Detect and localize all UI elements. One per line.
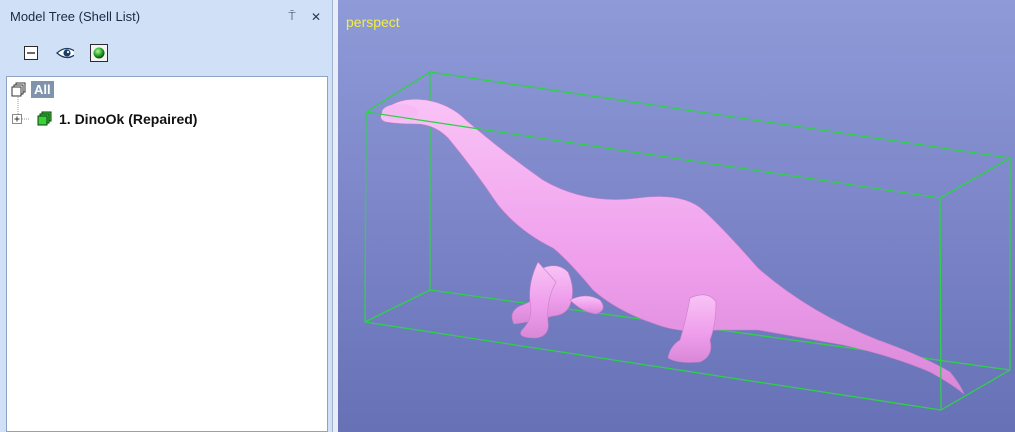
dinosaur-model <box>380 98 965 395</box>
panel-header-icons: ⍑ ✕ <box>284 9 324 25</box>
3d-viewport[interactable]: perspect <box>338 0 1015 432</box>
shells-icon <box>11 82 26 96</box>
collapse-all-icon <box>24 46 38 60</box>
panel-header: Model Tree (Shell List) ⍑ ✕ <box>0 0 332 33</box>
model-tree-panel: Model Tree (Shell List) ⍑ ✕ All 1. DinoO… <box>0 0 333 432</box>
expand-icon[interactable] <box>12 113 23 125</box>
tree-root-row[interactable]: All <box>11 81 54 98</box>
close-icon[interactable]: ✕ <box>308 9 324 25</box>
shaded-button[interactable] <box>90 44 108 62</box>
visibility-button[interactable] <box>56 44 74 62</box>
pin-icon[interactable]: ⍑ <box>284 9 300 25</box>
tree-item-label[interactable]: 1. DinoOk (Repaired) <box>59 111 197 127</box>
green-shell-icon <box>37 111 52 126</box>
panel-title: Model Tree (Shell List) <box>10 9 141 24</box>
collapse-all-button[interactable] <box>22 44 40 62</box>
scene-canvas <box>364 71 1011 411</box>
shaded-sphere-icon <box>90 44 108 62</box>
model-tree: All 1. DinoOk (Repaired) <box>6 76 328 432</box>
eye-icon <box>56 47 74 59</box>
tree-item-shell-1[interactable]: 1. DinoOk (Repaired) <box>12 111 197 127</box>
tree-root-label[interactable]: All <box>31 81 54 98</box>
tree-toolbar <box>0 33 332 73</box>
app-window: Model Tree (Shell List) ⍑ ✕ All 1. DinoO… <box>0 0 1015 432</box>
